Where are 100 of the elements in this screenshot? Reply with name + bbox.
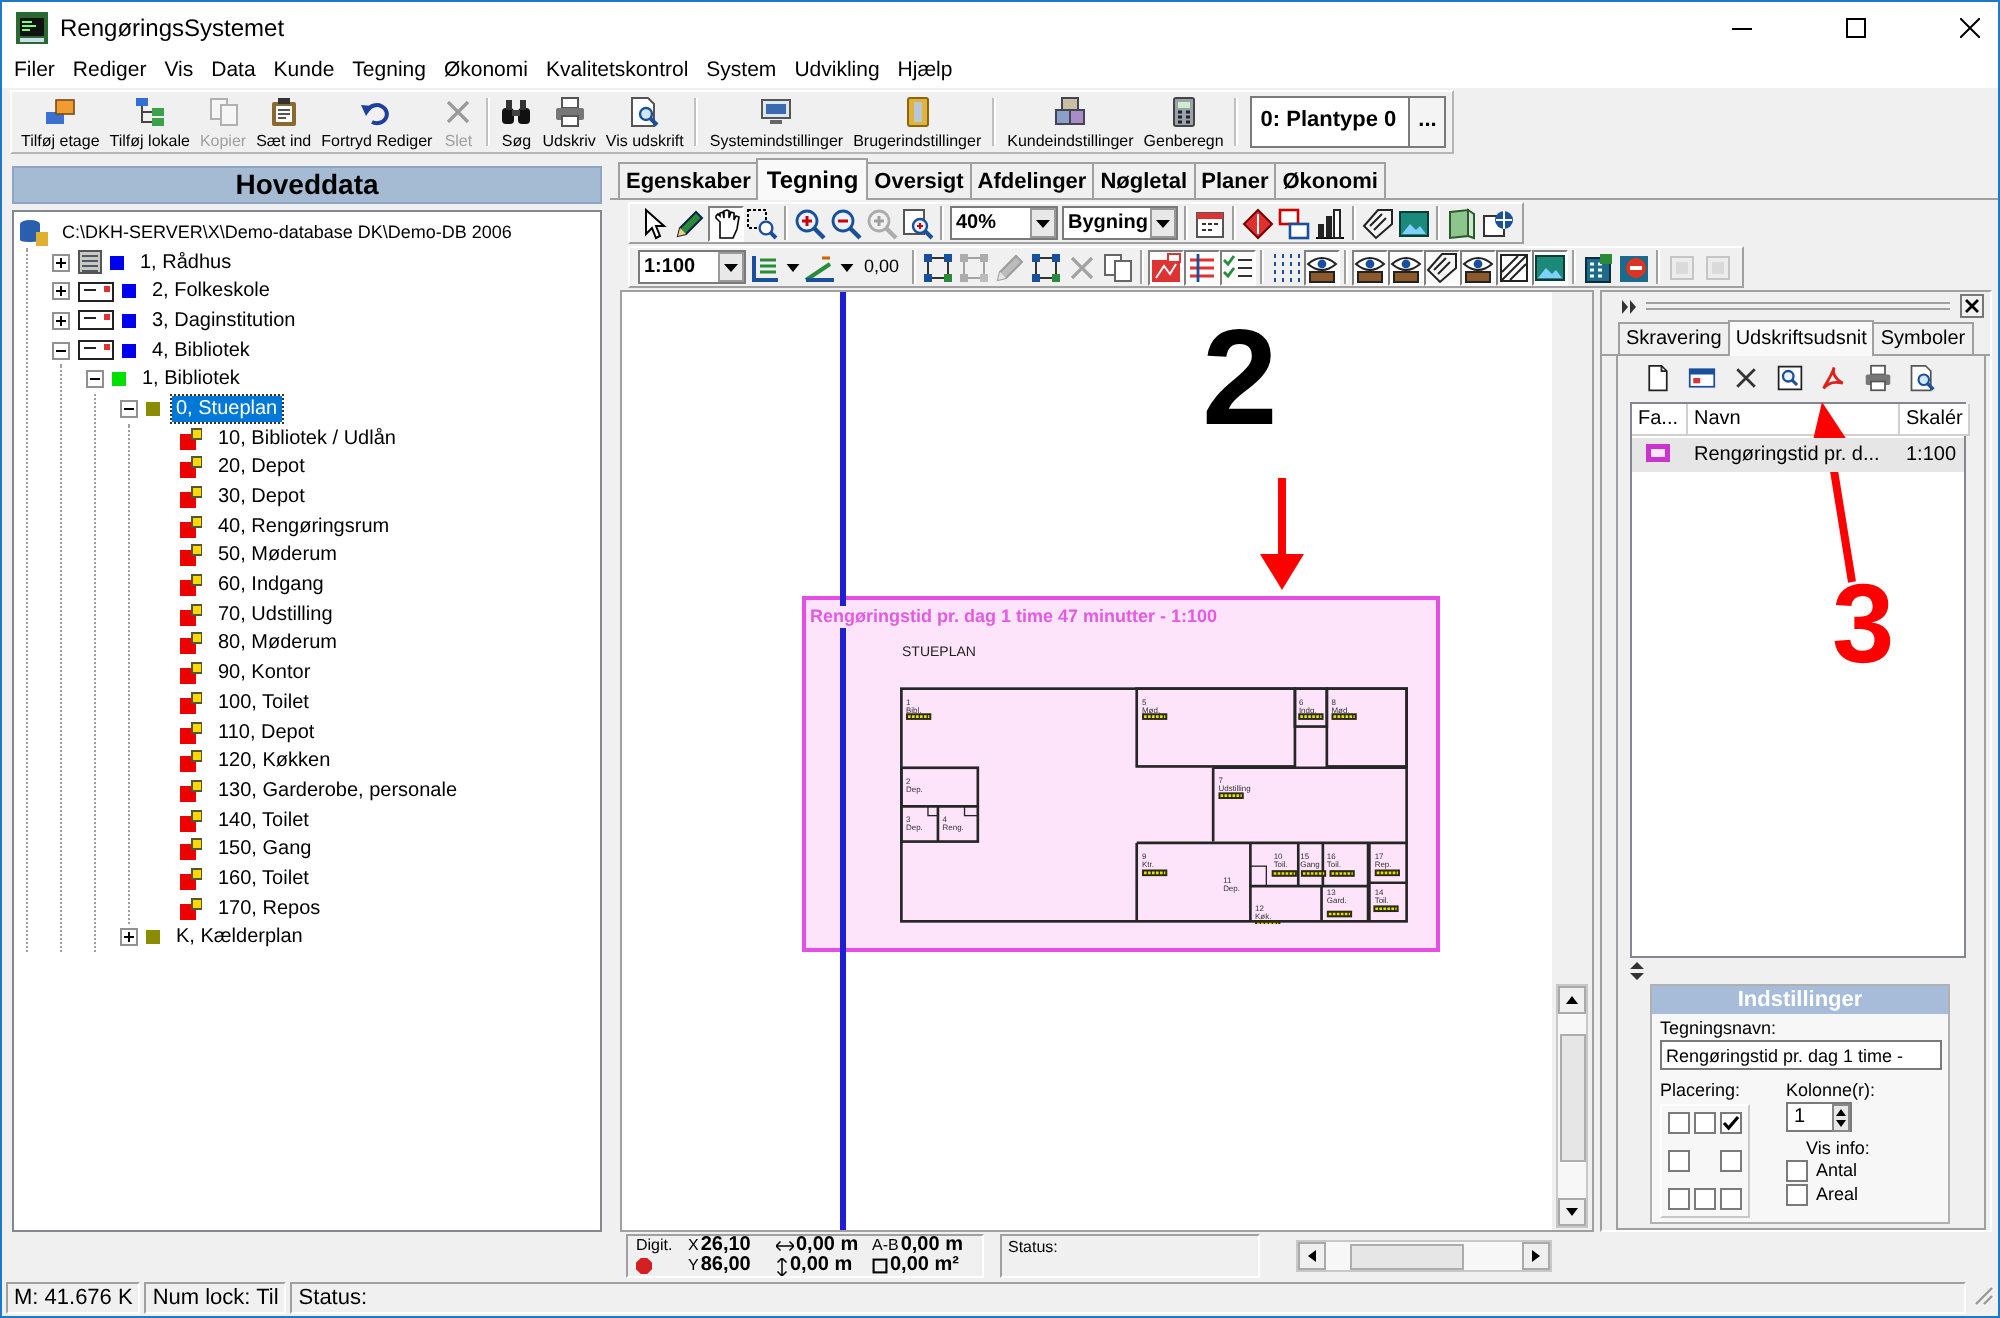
dropdown[interactable]: 40% [950,206,1058,240]
tag-icon[interactable] [1423,249,1460,285]
menu-item[interactable]: Tegning [344,56,434,86]
name-field[interactable]: Rengøringstid pr. dag 1 time - [1660,1040,1942,1070]
resize-arrows-icon[interactable] [1630,962,1644,980]
tree-item[interactable]: 50, Møderum [214,542,341,569]
tab[interactable]: Skravering [1618,322,1730,354]
swirl-icon[interactable] [1820,364,1848,392]
menu-item[interactable]: Hjælp [889,56,961,86]
collapse-icon[interactable] [52,341,70,360]
toolbar-button[interactable]: Udskriv [537,92,601,152]
maximize-icon[interactable] [1846,18,1866,38]
tab[interactable]: Symboler [1872,322,1974,354]
column-header[interactable]: Fa... [1632,404,1688,436]
tree-item[interactable]: K, Kælderplan [172,924,307,951]
scroll-thumb[interactable] [1559,1034,1585,1162]
spin-field[interactable]: 1 [1786,1102,1852,1132]
caret-icon[interactable] [786,263,800,271]
hand-icon[interactable] [708,205,744,241]
new-document-icon[interactable] [1644,364,1672,392]
globe-icon[interactable] [1482,207,1514,239]
tree-item[interactable]: 1, Rådhus [136,249,236,276]
double-chevron-icon[interactable] [1622,299,1636,313]
tab[interactable]: Udskriftsudsnit [1727,320,1875,356]
tree-item[interactable]: 20, Depot [214,454,309,481]
checkbox[interactable] [1786,1184,1808,1206]
tree-item[interactable]: 60, Indgang [214,572,328,599]
toolbar-button[interactable]: Brugerindstillinger [848,92,987,152]
window-icon[interactable] [1688,364,1716,392]
diamond-icon[interactable] [1242,207,1274,239]
checkbox[interactable] [1694,1188,1716,1210]
close-icon[interactable] [1960,294,1984,318]
tree-item[interactable]: 90, Kontor [214,660,315,687]
cross-icon[interactable] [1732,364,1760,392]
nodes-icon[interactable] [921,251,954,283]
building-icon[interactable] [1581,251,1614,283]
checkbox[interactable] [1694,1112,1716,1134]
toolbar-button[interactable]: Genberegn [1138,92,1229,152]
collapse-icon[interactable] [86,370,104,389]
tab[interactable]: Tegning [756,158,869,200]
magnifier-icon[interactable] [1776,364,1804,392]
eye-icon[interactable] [1303,249,1340,285]
tree-item[interactable]: 110, Depot [214,719,319,746]
bar-chart-icon[interactable] [1314,207,1346,239]
expand-icon[interactable] [120,928,138,947]
tab[interactable]: Økonomi [1274,162,1386,198]
caret-icon[interactable] [840,263,854,271]
dropdown[interactable]: Bygning [1062,206,1178,240]
calendar-icon[interactable] [1194,207,1226,239]
tab[interactable]: Egenskaber [618,162,759,198]
stop-icon[interactable] [1617,251,1650,283]
checkbox[interactable] [1720,1112,1742,1134]
dropdown[interactable]: 1:100 [638,250,746,284]
angle-icon[interactable] [804,251,836,283]
checkbox[interactable] [1720,1150,1742,1172]
ruler-icon[interactable] [750,251,782,283]
plan-type-field[interactable]: 0: Plantype 0 [1250,96,1409,148]
copy-icon[interactable] [1101,251,1134,283]
document-magnifier-icon[interactable] [1908,364,1936,392]
eye-icon[interactable] [1351,249,1388,285]
zoom-in-icon[interactable] [794,207,826,239]
checkbox[interactable] [1668,1150,1690,1172]
menu-item[interactable]: Data [203,56,264,86]
zoom-out-icon[interactable] [830,207,862,239]
tree-item[interactable]: 100, Toilet [214,689,313,716]
picture-icon[interactable] [1398,207,1430,239]
nodes-icon[interactable] [1029,251,1062,283]
menu-item[interactable]: Rediger [64,56,155,86]
scroll-up-icon[interactable] [1558,986,1586,1014]
checklist-icon[interactable] [1219,249,1256,285]
tree-item[interactable]: 0, Stueplan [172,395,282,422]
expand-icon[interactable] [52,311,70,330]
close-icon[interactable] [1960,18,1980,38]
area-icon[interactable] [1147,249,1184,285]
tree-item[interactable]: 4, Bibliotek [148,337,254,364]
toolbar-button[interactable]: Søg [495,92,538,152]
menu-item[interactable]: Økonomi [435,56,536,86]
menu-item[interactable]: Kvalitetskontrol [537,56,697,86]
collapse-icon[interactable] [120,399,138,418]
tab[interactable]: Oversigt [866,162,972,198]
scroll-thumb[interactable] [1350,1243,1464,1269]
toolbar-button[interactable]: Systemindstillinger [704,92,849,152]
tree-item[interactable]: 40, Rengøringsrum [214,513,394,540]
tree-item[interactable]: 2, Folkeskole [148,278,274,305]
zoom-box-icon[interactable] [746,207,778,239]
menu-item[interactable]: Kunde [265,56,343,86]
lines-icon[interactable] [1183,249,1220,285]
tree-item[interactable]: 160, Toilet [214,865,313,892]
tab[interactable]: Nøgletal [1092,162,1196,198]
scroll-down-icon[interactable] [1558,1198,1586,1226]
browse-button[interactable]: ... [1408,96,1447,148]
printer-icon[interactable] [1864,364,1892,392]
checkbox[interactable] [1720,1188,1742,1210]
expand-icon[interactable] [52,282,70,301]
column-header[interactable]: Skalér [1900,404,1971,436]
pencil-icon[interactable] [674,207,706,239]
tree-item[interactable]: 80, Møderum [214,630,341,657]
toolbar-button[interactable]: Vis udskrift [600,92,689,152]
menu-item[interactable]: System [698,56,785,86]
toolbar-button[interactable]: Tilføj lokale [104,92,195,152]
